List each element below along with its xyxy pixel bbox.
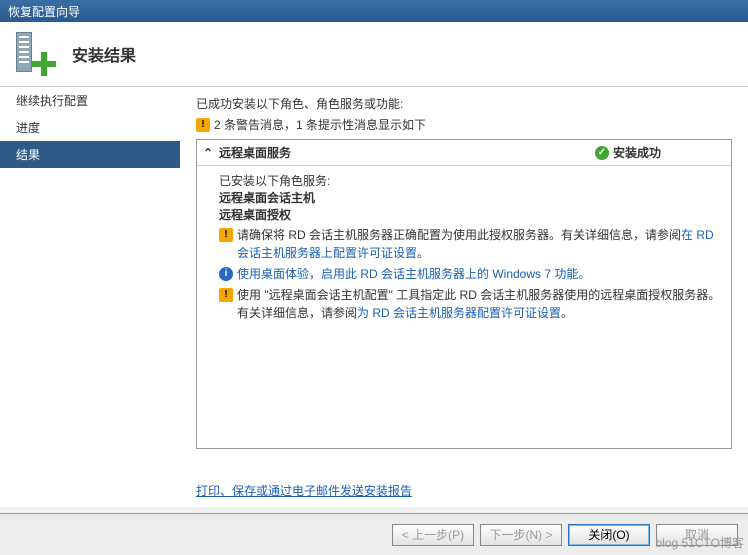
message-2-text[interactable]: 使用桌面体验，启用此 RD 会话主机服务器上的 Windows 7 功能。 xyxy=(237,265,721,283)
service-2: 远程桌面授权 xyxy=(219,206,721,223)
sidebar-item-progress[interactable]: 进度 xyxy=(0,114,180,141)
message-row-1: 请确保将 RD 会话主机服务器正确配置为使用此授权服务器。有关详细信息，请参阅在… xyxy=(219,226,721,262)
info-icon xyxy=(219,267,233,281)
install-status: 安装成功 xyxy=(595,144,725,161)
server-install-icon xyxy=(10,30,58,78)
next-button: 下一步(N) > xyxy=(480,524,562,546)
wizard-footer: < 上一步(P) 下一步(N) > 关闭(O) 取消 xyxy=(0,513,748,555)
warning-icon xyxy=(219,288,233,302)
message-1-text: 请确保将 RD 会话主机服务器正确配置为使用此授权服务器。有关详细信息，请参阅在… xyxy=(237,226,721,262)
role-name: 远程桌面服务 xyxy=(219,144,595,161)
message-row-2: 使用桌面体验，启用此 RD 会话主机服务器上的 Windows 7 功能。 xyxy=(219,265,721,283)
collapse-icon[interactable]: ⌃ xyxy=(203,146,215,160)
message-3-text: 使用 "远程桌面会话主机配置" 工具指定此 RD 会话主机服务器使用的远程桌面授… xyxy=(237,286,721,322)
back-button: < 上一步(P) xyxy=(392,524,474,546)
report-link[interactable]: 打印、保存或通过电子邮件发送安装报告 xyxy=(196,482,412,499)
content-pane: 已成功安装以下角色、角色服务或功能: 2 条警告消息，1 条提示性消息显示如下 … xyxy=(180,87,748,507)
summary-text: 2 条警告消息，1 条提示性消息显示如下 xyxy=(214,116,426,133)
page-title: 安装结果 xyxy=(72,42,136,66)
watermark: blog 51CTO博客 xyxy=(656,534,744,551)
sidebar: 继续执行配置 进度 结果 xyxy=(0,87,180,507)
close-button[interactable]: 关闭(O) xyxy=(568,524,650,546)
result-box: ⌃ 远程桌面服务 安装成功 已安装以下角色服务: 远程桌面会话主机 远程桌面授权… xyxy=(196,139,732,449)
result-header[interactable]: ⌃ 远程桌面服务 安装成功 xyxy=(197,140,731,166)
warning-icon xyxy=(219,228,233,242)
success-icon xyxy=(595,146,609,160)
wizard-header: 安装结果 xyxy=(0,22,748,87)
service-1: 远程桌面会话主机 xyxy=(219,189,721,206)
window-titlebar: 恢复配置向导 xyxy=(0,0,748,22)
sidebar-item-continue[interactable]: 继续执行配置 xyxy=(0,87,180,114)
result-body: 已安装以下角色服务: 远程桌面会话主机 远程桌面授权 请确保将 RD 会话主机服… xyxy=(197,166,731,331)
warning-icon xyxy=(196,118,210,132)
message-row-3: 使用 "远程桌面会话主机配置" 工具指定此 RD 会话主机服务器使用的远程桌面授… xyxy=(219,286,721,322)
wizard-body: 继续执行配置 进度 结果 已成功安装以下角色、角色服务或功能: 2 条警告消息，… xyxy=(0,87,748,507)
summary-row: 2 条警告消息，1 条提示性消息显示如下 xyxy=(196,116,732,133)
services-intro: 已安装以下角色服务: xyxy=(219,172,721,189)
intro-text: 已成功安装以下角色、角色服务或功能: xyxy=(196,95,732,112)
sidebar-item-result[interactable]: 结果 xyxy=(0,141,180,168)
rd-license-link-2[interactable]: 为 RD 会话主机服务器配置许可证设置 xyxy=(357,306,561,320)
window-title: 恢复配置向导 xyxy=(8,5,80,19)
